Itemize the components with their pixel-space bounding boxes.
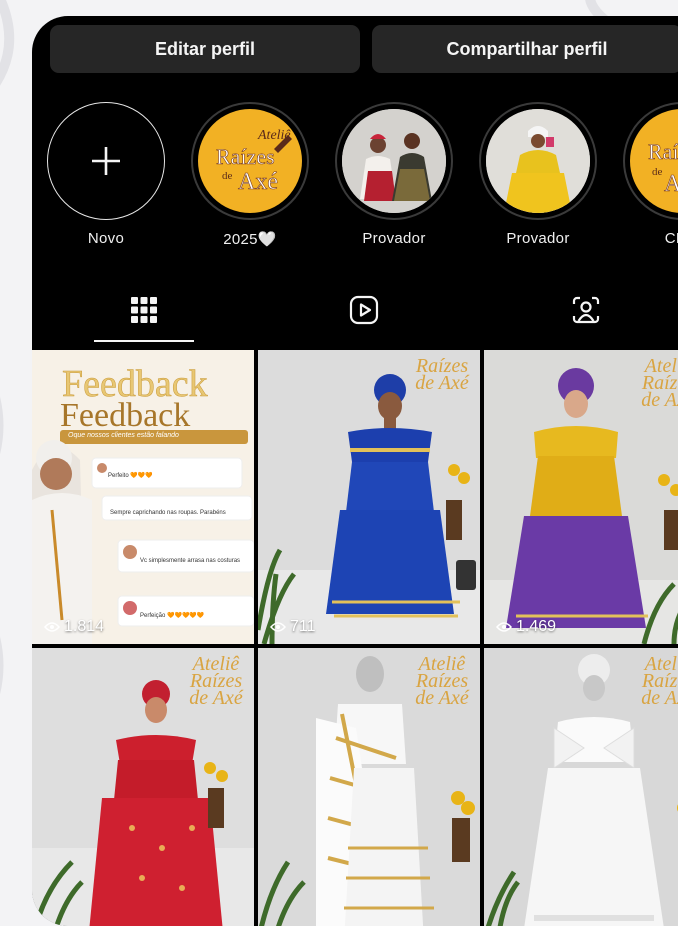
active-tab-indicator	[94, 340, 194, 342]
view-count: 1.469	[496, 618, 556, 636]
highlight-provador-2[interactable]: Provador	[478, 102, 598, 247]
post-feedback[interactable]: Feedback Feedback Oque nossos clientes e…	[32, 350, 254, 644]
watermark: Ateliê Raízes de Axé	[638, 358, 678, 409]
watermark: Ateliê Raízes de Axé	[638, 656, 678, 707]
highlight-label: Novo	[46, 230, 166, 247]
svg-text:Raízes: Raízes	[216, 144, 275, 169]
eye-icon	[270, 621, 286, 633]
feedback-subtitle: Oque nossos clientes estão falando	[68, 432, 179, 439]
view-count-text: 1.469	[516, 618, 556, 636]
view-count-text: 711	[290, 618, 316, 636]
profile-tabs	[32, 278, 678, 344]
highlight-label: CLIE	[622, 230, 678, 247]
tab-tagged[interactable]	[566, 290, 606, 330]
reels-icon	[348, 294, 380, 326]
post-yellow-purple-dress[interactable]: Ateliê Raízes de Axé 1.469	[484, 350, 678, 644]
edit-profile-button[interactable]: Editar perfil	[50, 25, 360, 73]
post-red-dress[interactable]: Ateliê Raízes de Axé	[32, 648, 254, 926]
svg-text:Feedback: Feedback	[60, 397, 190, 434]
view-count-text: 1.814	[64, 618, 104, 636]
highlight-new[interactable]: Novo	[46, 102, 166, 247]
highlight-photo	[342, 109, 446, 213]
raizes-logo: Raízes de Axé	[630, 109, 678, 213]
raizes-logo: Ateliê Raízes Axé de	[198, 109, 302, 213]
highlight-label: Provador	[478, 230, 598, 247]
svg-text:de: de	[652, 166, 663, 178]
svg-text:Axé: Axé	[238, 169, 278, 195]
plus-icon	[89, 144, 123, 178]
comment: Sempre caprichando nas roupas. Parabéns	[110, 510, 226, 516]
highlight-label: 2025🤍	[190, 230, 310, 248]
comment: Perfeito 🧡🧡🧡	[108, 472, 153, 479]
post-white-bow-dress[interactable]: Ateliê Raízes de Axé	[484, 648, 678, 926]
share-profile-button[interactable]: Compartilhar perfil	[372, 25, 678, 73]
svg-text:Axé: Axé	[664, 171, 678, 197]
grid-icon	[129, 295, 159, 325]
svg-text:Raízes: Raízes	[648, 139, 678, 164]
highlight-2025[interactable]: Ateliê Raízes Axé de 2025🤍	[190, 102, 310, 248]
highlight-photo	[486, 109, 590, 213]
highlight-clientes[interactable]: Raízes de Axé CLIE	[622, 102, 678, 247]
watermark: Raízes de Axé	[412, 358, 472, 392]
tab-posts[interactable]	[124, 290, 164, 330]
add-highlight[interactable]	[47, 102, 165, 220]
highlight-label: Provador	[334, 230, 454, 247]
tagged-person-icon	[570, 294, 602, 326]
view-count: 711	[270, 618, 316, 636]
watermark: Ateliê Raízes de Axé	[186, 656, 246, 707]
eye-icon	[44, 621, 60, 633]
tab-reels[interactable]	[344, 290, 384, 330]
profile-actions: Editar perfil Compartilhar perfil	[50, 25, 678, 73]
post-blue-dress[interactable]: Raízes de Axé 711	[258, 350, 480, 644]
post-white-gold-dress[interactable]: Ateliê Raízes de Axé	[258, 648, 480, 926]
comment: Vc simplesmente arrasa nas costuras	[140, 558, 240, 564]
phone-screen: Editar perfil Compartilhar perfil Novo A…	[32, 16, 678, 926]
comment: Perfeição 🧡🧡🧡🧡🧡	[140, 612, 204, 619]
svg-text:de: de	[222, 170, 233, 182]
watermark: Ateliê Raízes de Axé	[412, 656, 472, 707]
view-count: 1.814	[44, 618, 104, 636]
eye-icon	[496, 621, 512, 633]
highlight-provador-1[interactable]: Provador	[334, 102, 454, 247]
